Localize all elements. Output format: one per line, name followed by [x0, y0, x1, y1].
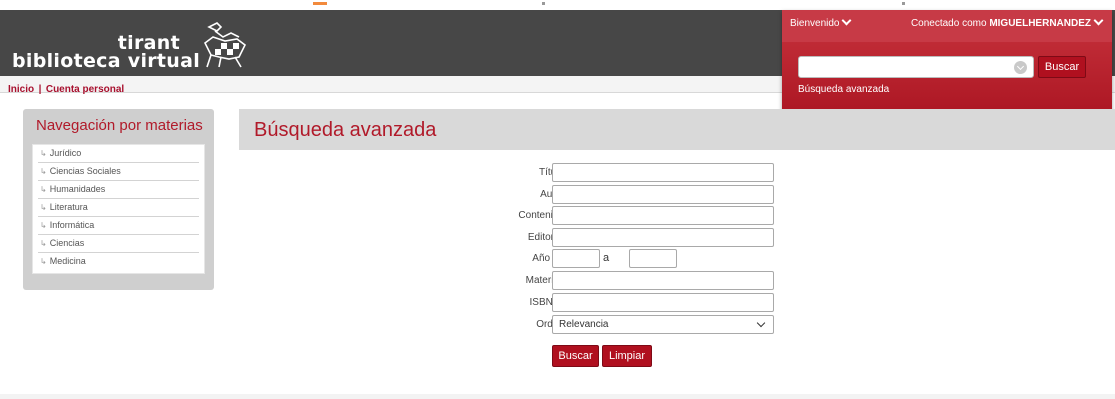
form-row-materias: Materias	[430, 271, 830, 291]
search-button[interactable]: Buscar	[552, 345, 599, 367]
sidebar-item-label: Informática	[49, 220, 95, 230]
advanced-search-link[interactable]: Búsqueda avanzada	[798, 84, 889, 95]
year-range-separator: a	[603, 252, 610, 264]
form-row-orden: Orden Relevancia	[430, 315, 830, 335]
sidebar-item-label: Medicina	[49, 256, 86, 266]
accent-dash	[902, 2, 905, 5]
page-title: Búsqueda avanzada	[254, 119, 437, 141]
form-row-autor: Autor	[430, 185, 830, 205]
sidebar-item-label: Humanidades	[49, 184, 106, 194]
sidebar-subject-navigation: Navegación por materias ↳ Jurídico ↳ Cienc…	[23, 109, 214, 290]
subject-list: ↳ Jurídico ↳ Ciencias Sociales ↳ Humanidade…	[32, 144, 205, 274]
arrow-icon: ↳	[40, 221, 47, 230]
breadcrumb-separator: |	[38, 84, 42, 95]
editorial-field[interactable]	[552, 228, 774, 247]
contenido-field[interactable]	[552, 206, 774, 225]
sidebar-item-juridico[interactable]: ↳ Jurídico	[38, 145, 199, 163]
welcome-label: Bienvenido	[790, 18, 840, 29]
personal-account-link[interactable]: Cuenta personal	[46, 84, 124, 95]
connected-label: Conectado como	[910, 18, 987, 29]
sidebar-item-label: Jurídico	[49, 148, 82, 158]
chevron-down-icon	[1093, 15, 1104, 26]
year-from-field[interactable]	[552, 249, 600, 268]
isbn-field[interactable]	[552, 293, 774, 312]
welcome-menu[interactable]: Bienvenido	[790, 15, 852, 29]
sidebar-item-literatura[interactable]: ↳ Literatura	[38, 199, 199, 217]
sidebar-item-label: Ciencias	[49, 238, 85, 248]
search-options-icon[interactable]	[1014, 61, 1027, 74]
arrow-icon: ↳	[40, 203, 47, 212]
page-title-bar: Búsqueda avanzada	[239, 109, 1115, 150]
arrow-icon: ↳	[40, 185, 47, 194]
form-row-titulo: Título	[430, 163, 830, 183]
arrow-icon: ↳	[40, 257, 47, 266]
titulo-field[interactable]	[552, 163, 774, 182]
sort-order-select[interactable]: Relevancia	[552, 315, 774, 334]
home-link[interactable]: Inicio	[8, 84, 34, 95]
logo[interactable]: tirant biblioteca virtual	[10, 18, 255, 72]
chevron-down-icon	[756, 318, 766, 328]
arrow-icon: ↳	[40, 149, 47, 158]
knight-logo-icon	[203, 22, 247, 68]
page: tirant biblioteca virtual Inicio | Cuent…	[0, 0, 1115, 399]
sidebar-item-ciencias[interactable]: ↳ Ciencias	[38, 235, 199, 253]
sidebar-title: Navegación por materias	[36, 117, 203, 134]
chevron-down-icon	[842, 15, 852, 26]
sidebar-item-ciencias-sociales[interactable]: ↳ Ciencias Sociales	[38, 163, 199, 181]
footer-divider	[0, 394, 1115, 399]
quick-search-input[interactable]	[798, 56, 1034, 78]
sidebar-item-informatica[interactable]: ↳ Informática	[38, 217, 199, 235]
accent-dash	[542, 2, 545, 5]
sidebar-item-medicina[interactable]: ↳ Medicina	[38, 253, 199, 271]
year-to-field[interactable]	[629, 249, 677, 268]
arrow-icon: ↳	[40, 167, 47, 176]
user-menu[interactable]: Conectado como MIGUELHERNANDEZ	[910, 15, 1104, 29]
form-row-editorial: Editorial	[430, 228, 830, 248]
arrow-icon: ↳	[40, 239, 47, 248]
username: MIGUELHERNANDEZ	[989, 18, 1091, 29]
accent-dash	[313, 2, 327, 5]
sort-order-value: Relevancia	[559, 319, 609, 330]
top-accent-bar	[0, 0, 1115, 10]
sidebar-item-label: Literatura	[49, 202, 88, 212]
logo-text-biblioteca: biblioteca virtual	[12, 50, 201, 72]
sidebar-item-humanidades[interactable]: ↳ Humanidades	[38, 181, 199, 199]
sidebar-item-label: Ciencias Sociales	[49, 166, 121, 176]
materias-field[interactable]	[552, 271, 774, 290]
form-row-contenido: Contenido	[430, 206, 830, 226]
quick-search-button[interactable]: Buscar	[1038, 56, 1086, 78]
autor-field[interactable]	[552, 185, 774, 204]
clear-button[interactable]: Limpiar	[602, 345, 652, 367]
form-row-isbn: ISBN13	[430, 293, 830, 313]
